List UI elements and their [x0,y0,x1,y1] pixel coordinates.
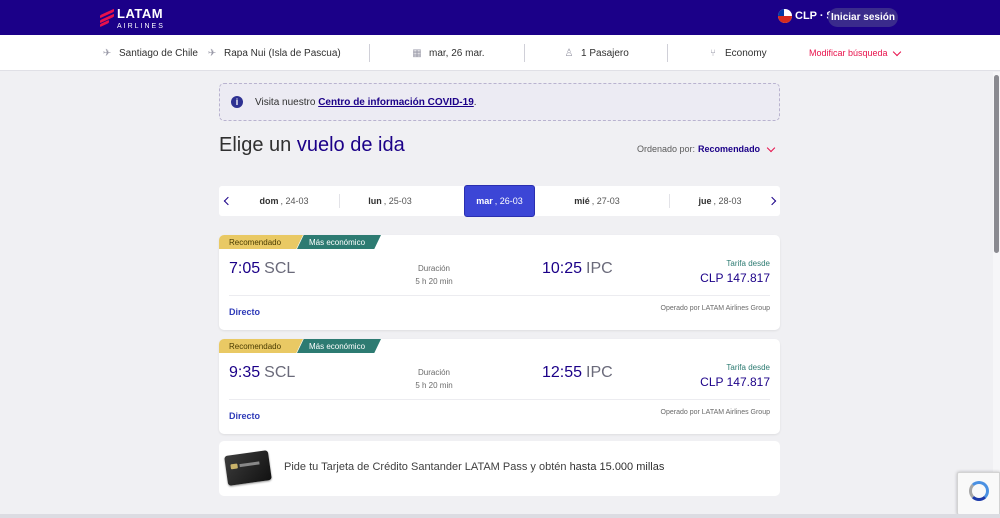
arrival-time: 12:55 IPC [542,364,613,381]
passengers-field[interactable]: ♙ 1 Pasajero [563,35,629,71]
recommended-tag: Recomendado [219,235,303,249]
chevron-down-icon [766,143,776,152]
modify-search-label: Modificar búsqueda [809,48,888,58]
cabin-label: Economy [725,47,767,59]
date-option[interactable]: dom, 24-03 [233,186,335,216]
passengers-label: 1 Pasajero [581,47,629,59]
chevron-right-icon [767,196,776,206]
operator-label: Operado por LATAM Airlines Group [660,305,770,312]
recaptcha-badge[interactable] [957,472,1000,515]
top-navigation-bar: LATAM AIRLINES CLP · $ Iniciar sesión [0,0,1000,35]
latam-logo-icon [100,8,114,28]
credit-card-promo[interactable]: Pide tu Tarjeta de Crédito Santander LAT… [219,441,780,496]
calendar-icon: ▦ [412,47,422,59]
sort-value: Recomendado [698,144,761,154]
covid-info-banner: i Visita nuestro Centro de información C… [219,83,780,121]
sort-label: Ordenado por: [637,144,696,154]
covid-text-prefix: Visita nuestro [255,96,316,108]
seat-icon: ⑂ [710,47,716,59]
date-option[interactable]: mié, 27-03 [546,186,648,216]
departure-airport: SCL [264,364,296,381]
arrival-airport: IPC [586,260,613,277]
flight-card[interactable]: Recomendado Más económico 7:05 SCL Duraci… [219,235,780,330]
promo-emphasis: hasta 15.000 millas [569,461,665,473]
fare-label: Tarifa desde [726,363,770,372]
page-bottom-edge [0,514,1000,518]
scrollbar-thumb[interactable] [994,75,999,253]
modify-search-button[interactable]: Modificar búsqueda [809,35,901,71]
date-selector-strip: dom, 24-03 lun, 25-03 mar, 26-03 mié, 27… [219,185,780,217]
currency-selector[interactable]: CLP · $ [778,9,833,23]
date-field[interactable]: ▦ mar, 26 mar. [411,35,485,71]
date-option-selected[interactable]: mar, 26-03 [464,185,535,217]
fare-box: Tarifa desde CLP 147.817 [700,259,770,285]
fare-label: Tarifa desde [726,259,770,268]
origin-label: Santiago de Chile [119,47,198,59]
chevron-left-icon [223,196,232,206]
logo-wordmark: LATAM [117,6,164,21]
page-title-emphasis: vuelo de ida [296,134,405,156]
fare-box: Tarifa desde CLP 147.817 [700,363,770,389]
next-dates-button[interactable] [766,186,780,216]
departure-time: 7:05 SCL [229,260,296,277]
stops-link[interactable]: Directo [229,307,260,317]
divider [229,399,770,400]
fare-price: CLP 147.817 [700,375,770,389]
previous-dates-button[interactable] [219,186,233,216]
flight-card[interactable]: Recomendado Más económico 9:35 SCL Duraci… [219,339,780,434]
covid-text-suffix: . [473,96,477,108]
date-option[interactable]: lun, 25-03 [339,186,441,216]
credit-card-image [224,450,272,486]
search-summary-bar: ✈ Santiago de Chile ✈ Rapa Nui (Isla de … [0,35,1000,71]
divider [229,295,770,296]
departure-time: 9:35 SCL [229,364,296,381]
date-option[interactable]: jue, 28-03 [669,186,771,216]
arrival-time: 10:25 IPC [542,260,613,277]
info-icon: i [231,96,243,108]
cheapest-tag: Más económico [297,339,381,353]
flight-duration: Duración 5 h 20 min [415,264,453,286]
chile-flag-icon [778,9,792,23]
page-title: Elige un vuelo de ida [219,134,405,156]
origin-field[interactable]: ✈ Santiago de Chile [101,35,198,71]
divider [667,44,668,62]
promo-text: Pide tu Tarjeta de Crédito Santander LAT… [284,461,665,473]
login-button[interactable]: Iniciar sesión [828,8,898,27]
arrival-airport: IPC [586,364,613,381]
logo-subtitle: AIRLINES [117,23,165,30]
destination-label: Rapa Nui (Isla de Pascua) [224,47,341,59]
cabin-field[interactable]: ⑂ Economy [707,35,767,71]
operator-label: Operado por LATAM Airlines Group [660,409,770,416]
takeoff-plane-icon: ✈ [102,47,112,59]
stops-link[interactable]: Directo [229,411,260,421]
recommended-tag: Recomendado [219,339,303,353]
divider [524,44,525,62]
cheapest-tag: Más económico [297,235,381,249]
divider [369,44,370,62]
destination-field[interactable]: ✈ Rapa Nui (Isla de Pascua) [206,35,341,71]
flight-duration: Duración 5 h 20 min [415,368,453,390]
sort-dropdown[interactable]: Ordenado por: Recomendado [637,143,776,154]
landing-plane-icon: ✈ [207,47,217,59]
person-icon: ♙ [564,47,574,59]
covid-info-link[interactable]: Centro de información COVID-19 [318,97,474,108]
latam-logo[interactable]: LATAM AIRLINES [100,6,165,30]
departure-airport: SCL [264,260,296,277]
recaptcha-icon [969,481,989,501]
date-label: mar, 26 mar. [429,47,485,59]
fare-price: CLP 147.817 [700,271,770,285]
chevron-down-icon [892,47,901,56]
